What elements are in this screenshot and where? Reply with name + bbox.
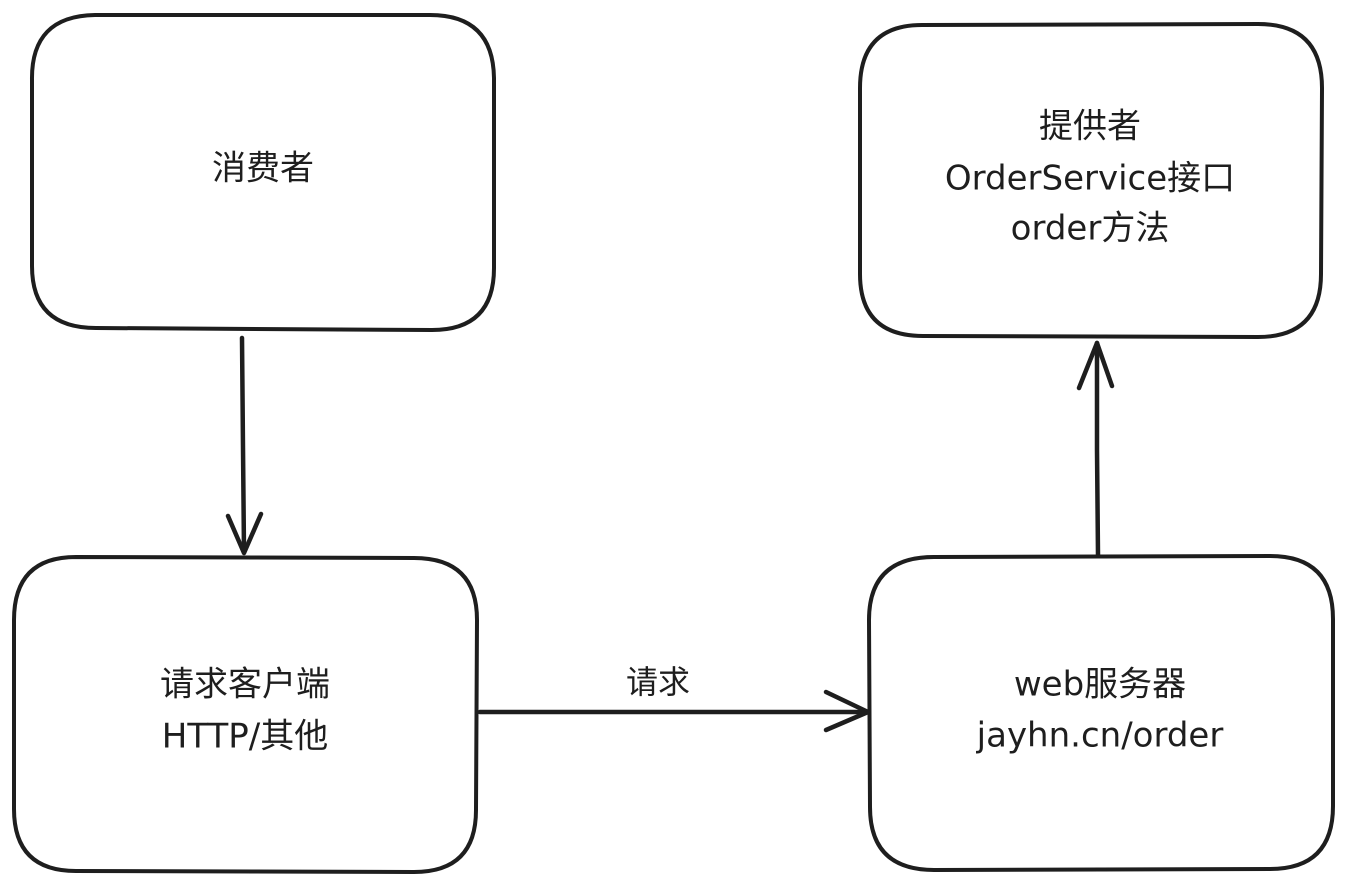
edge-client-to-server-label: 请求: [626, 663, 690, 701]
node-web-server[interactable]: web服务器 jayhn.cn/order: [866, 553, 1335, 873]
node-request-client-line-2: HTTP/其他: [162, 717, 328, 757]
node-provider-line-3: order方法: [1011, 209, 1170, 249]
node-request-client-box: [12, 554, 480, 875]
edge-consumer-to-client-line: [239, 335, 247, 555]
node-provider-line-1: 提供者: [1039, 107, 1141, 147]
edge-consumer-to-client: [225, 335, 264, 556]
node-request-client[interactable]: 请求客户端 HTTP/其他: [12, 554, 480, 875]
flow-diagram: 消费者 提供者 OrderService接口 order方法 请求客户端 HTT…: [12, 13, 1335, 875]
node-web-server-line-2: jayhn.cn/order: [976, 716, 1224, 756]
edge-client-to-server: 请求: [477, 663, 871, 733]
node-consumer[interactable]: 消费者: [29, 13, 496, 333]
node-web-server-box: [866, 553, 1335, 873]
edge-server-to-provider-line: [1094, 340, 1101, 558]
node-request-client-line-1: 请求客户端: [160, 665, 330, 705]
node-provider[interactable]: 提供者 OrderService接口 order方法: [858, 21, 1325, 340]
node-consumer-label: 消费者: [212, 149, 314, 189]
edge-server-to-provider: [1076, 340, 1115, 558]
node-web-server-line-1: web服务器: [1014, 665, 1186, 705]
node-provider-line-2: OrderService接口: [945, 159, 1235, 199]
